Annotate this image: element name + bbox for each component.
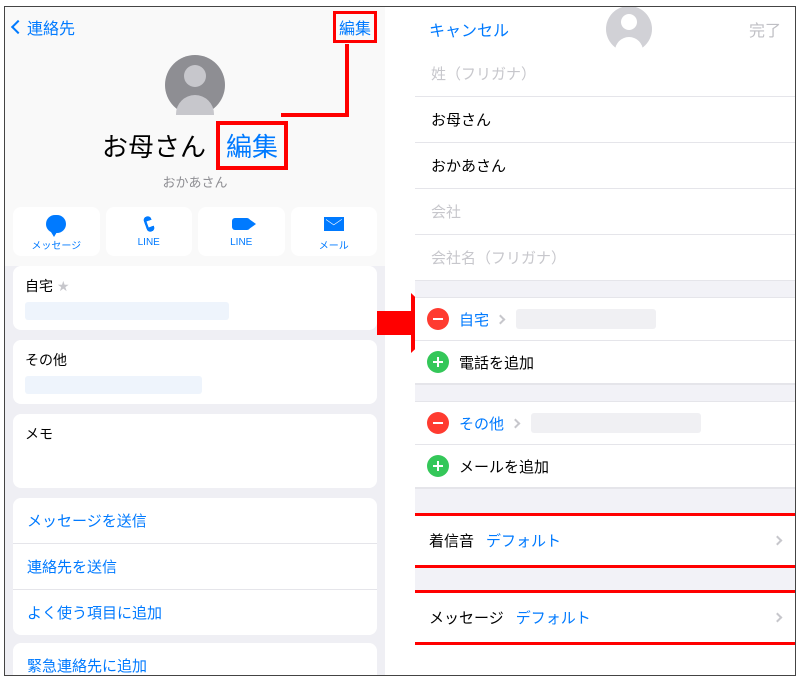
section-gap: [415, 384, 795, 402]
email-other-row[interactable]: その他: [415, 402, 795, 445]
chevron-right-icon: [773, 536, 783, 546]
ringtone-row[interactable]: 着信音 デフォルト: [415, 513, 795, 568]
firstname-furigana-field[interactable]: おかあさん: [415, 143, 795, 189]
add-icon[interactable]: [427, 455, 449, 477]
remove-icon[interactable]: [427, 412, 449, 434]
add-icon[interactable]: [427, 351, 449, 373]
star-icon: ★: [57, 278, 70, 295]
remove-icon[interactable]: [427, 308, 449, 330]
section-gap: [415, 565, 795, 593]
back-button[interactable]: 連絡先: [13, 15, 75, 39]
contact-view-screen: 連絡先 編集 お母さん 編集 おかあさん メッセージ LI: [5, 7, 385, 675]
phone-home-row[interactable]: 自宅: [415, 298, 795, 341]
navbar: 連絡先 編集: [5, 7, 385, 47]
chevron-left-icon: [11, 20, 25, 34]
quick-actions: メッセージ LINE LINE メール: [5, 201, 385, 266]
done-button[interactable]: 完了: [749, 17, 781, 41]
chevron-right-icon: [511, 418, 521, 428]
send-contact-item[interactable]: 連絡先を送信: [13, 543, 377, 589]
add-favorite-item[interactable]: よく使う項目に追加: [13, 589, 377, 635]
message-icon: [46, 215, 66, 233]
contact-name: お母さん: [102, 127, 206, 164]
add-email-row[interactable]: メールを追加: [415, 445, 795, 488]
contact-edit-screen: キャンセル 完了 姓（フリガナ） お母さん おかあさん 会社 会社名（フリガナ）…: [415, 7, 795, 675]
memo-card[interactable]: メモ: [13, 414, 377, 488]
section-gap: [415, 280, 795, 298]
firstname-field[interactable]: お母さん: [415, 97, 795, 143]
emergency-list: 緊急連絡先に追加: [13, 643, 377, 675]
edit-callout-label: 編集: [216, 121, 288, 170]
mail-button[interactable]: メール: [291, 207, 378, 256]
section-gap: [415, 488, 795, 516]
avatar-icon[interactable]: [606, 7, 652, 52]
send-message-item[interactable]: メッセージを送信: [13, 498, 377, 543]
chevron-right-icon: [773, 613, 783, 623]
video-icon: [232, 218, 250, 230]
edit-button[interactable]: 編集: [333, 11, 377, 43]
back-label: 連絡先: [27, 15, 75, 39]
navbar: キャンセル 完了: [415, 7, 795, 51]
masked-value: [25, 376, 202, 394]
line-call-button[interactable]: LINE: [106, 207, 193, 256]
chevron-right-icon: [496, 314, 506, 324]
lastname-furigana-field[interactable]: 姓（フリガナ）: [415, 51, 795, 97]
line-video-button[interactable]: LINE: [198, 207, 285, 256]
mail-icon: [324, 217, 344, 231]
masked-value: [516, 309, 656, 329]
add-emergency-item[interactable]: 緊急連絡先に追加: [13, 643, 377, 675]
other-card[interactable]: その他: [13, 340, 377, 404]
contact-furigana: おかあさん: [5, 172, 385, 201]
message-button[interactable]: メッセージ: [13, 207, 100, 256]
actions-list: メッセージを送信 連絡先を送信 よく使う項目に追加: [13, 498, 377, 635]
avatar-icon: [165, 55, 225, 115]
texttone-row[interactable]: メッセージ デフォルト: [415, 590, 795, 645]
cancel-button[interactable]: キャンセル: [429, 17, 509, 41]
masked-value: [531, 413, 701, 433]
contact-header: お母さん 編集 おかあさん: [5, 47, 385, 201]
masked-value: [25, 302, 229, 320]
tutorial-frame: 連絡先 編集 お母さん 編集 おかあさん メッセージ LI: [4, 6, 796, 676]
company-field[interactable]: 会社: [415, 189, 795, 235]
add-phone-row[interactable]: 電話を追加: [415, 341, 795, 384]
company-furigana-field[interactable]: 会社名（フリガナ）: [415, 235, 795, 280]
home-phone-card[interactable]: 自宅★: [13, 266, 377, 330]
phone-icon: [142, 215, 155, 233]
